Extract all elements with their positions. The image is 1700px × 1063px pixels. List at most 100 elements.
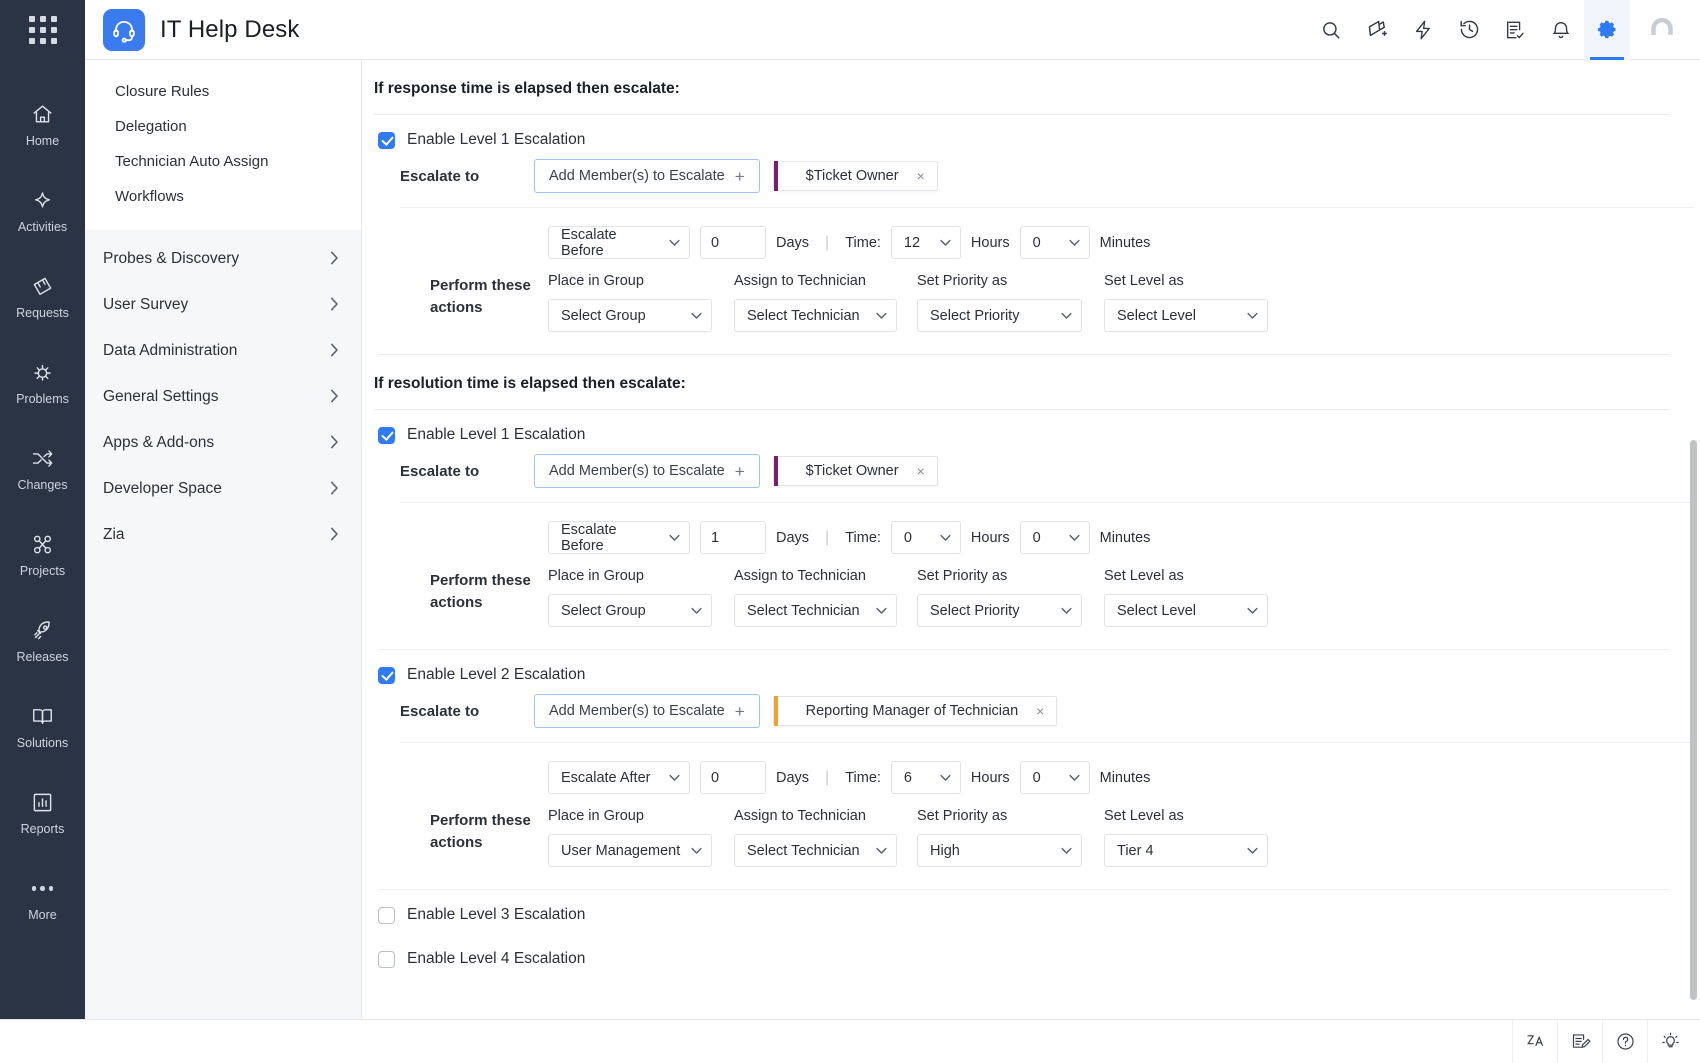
chip-remove-icon[interactable]: × [917,168,925,184]
escalate-minutes-select[interactable]: 0 [1020,226,1090,259]
days-unit-label: Days [776,530,809,546]
chevron-down-icon [1061,604,1072,618]
history-icon[interactable] [1446,0,1492,60]
perform-actions-row: Perform these actionsPlace in GroupUser … [396,794,1700,867]
primary-sidebar: HomeActivitiesRequestsProblemsChangesPro… [0,60,85,1019]
reports-chart-icon [30,790,55,815]
settings-group-general-settings[interactable]: General Settings [85,374,361,420]
enable-escalation-checkbox[interactable] [378,667,395,684]
set-level-select[interactable]: Tier 4 [1104,834,1268,867]
sidebar-item-home[interactable]: Home [0,82,85,168]
days-unit-label: Days [776,235,809,251]
search-icon[interactable] [1308,0,1354,60]
settings-group-label: Data Administration [103,342,237,360]
enable-escalation-checkbox[interactable] [378,132,395,149]
assign-to-technician-select[interactable]: Select Technician [734,834,897,867]
problems-bug-icon [30,360,55,385]
settings-group-user-survey[interactable]: User Survey [85,282,361,328]
sidebar-item-label: More [28,908,56,922]
sidebar-item-solutions[interactable]: Solutions [0,684,85,770]
settings-group-probes-discovery[interactable]: Probes & Discovery [85,236,361,282]
settings-group-zia[interactable]: Zia [85,512,361,558]
sidebar-item-reports[interactable]: Reports [0,770,85,856]
enable-escalation-checkbox[interactable] [378,907,395,924]
add-ticket-icon[interactable] [1354,0,1400,60]
help-question-icon[interactable] [1602,1020,1647,1063]
sidebar-item-projects[interactable]: Projects [0,512,85,598]
avatar[interactable] [1630,0,1694,60]
place-in-group-select[interactable]: User Management [548,834,712,867]
enable-escalation-checkbox[interactable] [378,951,395,968]
feedback-edit-icon[interactable] [1557,1020,1602,1063]
settings-group-data-administration[interactable]: Data Administration [85,328,361,374]
escalation-level-toggle-row: Enable Level 2 Escalation [368,650,1700,694]
add-members-label: Add Member(s) to Escalate [549,168,725,184]
escalate-mode-select[interactable]: Escalate Before [548,521,690,554]
sidebar-item-requests[interactable]: Requests [0,254,85,340]
activities-icon [30,188,55,213]
chevron-right-icon [330,389,339,406]
set-priority-header: Set Priority as [917,273,1082,299]
set-priority-select[interactable]: Select Priority [917,299,1082,332]
notifications-bell-icon[interactable] [1538,0,1584,60]
settings-link-closure-rules[interactable]: Closure Rules [85,74,361,109]
escalate-days-input[interactable] [700,521,766,554]
sidebar-item-problems[interactable]: Problems [0,340,85,426]
chip-remove-icon[interactable]: × [1036,703,1044,719]
escalate-days-input[interactable] [700,226,766,259]
chevron-down-icon [691,309,702,323]
add-members-to-escalate-button[interactable]: Add Member(s) to Escalate+ [534,694,760,728]
add-members-to-escalate-button[interactable]: Add Member(s) to Escalate+ [534,454,760,488]
escalate-minutes-select[interactable]: 0 [1020,521,1090,554]
main-scrollbar-thumb[interactable] [1690,440,1697,1000]
set-priority-select[interactable]: High [917,834,1082,867]
settings-group-developer-space[interactable]: Developer Space [85,466,361,512]
set-priority-value: Select Priority [930,603,1019,619]
escalate-hours-select[interactable]: 6 [891,761,961,794]
minutes-unit-label: Minutes [1100,530,1151,546]
add-members-to-escalate-button[interactable]: Add Member(s) to Escalate+ [534,159,760,193]
escalate-hours-select[interactable]: 12 [891,226,961,259]
add-members-label: Add Member(s) to Escalate [549,463,725,479]
user-avatar-icon [1642,10,1682,50]
sidebar-item-releases[interactable]: Releases [0,598,85,684]
assign-to-technician-select[interactable]: Select Technician [734,594,897,627]
chip-remove-icon[interactable]: × [917,463,925,479]
set-level-header: Set Level as [1104,808,1268,834]
set-level-column: Set Level asSelect Level [1104,273,1268,332]
settings-group-apps-add-ons[interactable]: Apps & Add-ons [85,420,361,466]
escalate-minutes-select[interactable]: 0 [1020,761,1090,794]
perform-actions-row: Perform these actionsPlace in GroupSelec… [396,554,1700,627]
settings-sidebar: Closure RulesDelegationTechnician Auto A… [85,60,362,1019]
escalate-mode-select[interactable]: Escalate Before [548,226,690,259]
settings-gear-icon[interactable] [1584,0,1630,60]
set-level-select[interactable]: Select Level [1104,594,1268,627]
escalate-hours-select[interactable]: 0 [891,521,961,554]
enable-escalation-checkbox[interactable] [378,427,395,444]
settings-link-workflows[interactable]: Workflows [85,179,361,214]
quick-actions-icon[interactable] [1400,0,1446,60]
sidebar-item-changes[interactable]: Changes [0,426,85,512]
escalate-mode-select[interactable]: Escalate After [548,761,690,794]
settings-group-label: Zia [103,526,125,544]
escalation-level-block: Enable Level 1 EscalationEscalate toAdd … [368,115,1700,355]
tasks-icon[interactable] [1492,0,1538,60]
settings-link-delegation[interactable]: Delegation [85,109,361,144]
settings-link-technician-auto-assign[interactable]: Technician Auto Assign [85,144,361,179]
field-separator: | [819,769,835,787]
sidebar-item-more[interactable]: More [0,856,85,942]
tips-lightbulb-icon[interactable] [1647,1020,1692,1063]
escalate-days-input[interactable] [700,761,766,794]
escalate-mode-value: Escalate Before [561,522,659,554]
set-level-header: Set Level as [1104,273,1268,299]
add-members-label: Add Member(s) to Escalate [549,703,725,719]
set-priority-select[interactable]: Select Priority [917,594,1082,627]
brand[interactable]: IT Help Desk [85,9,299,51]
set-level-select[interactable]: Select Level [1104,299,1268,332]
place-in-group-select[interactable]: Select Group [548,594,712,627]
assign-to-technician-select[interactable]: Select Technician [734,299,897,332]
apps-launcher-button[interactable] [0,0,85,60]
zia-assistant-icon[interactable] [1512,1020,1557,1063]
place-in-group-select[interactable]: Select Group [548,299,712,332]
sidebar-item-activities[interactable]: Activities [0,168,85,254]
